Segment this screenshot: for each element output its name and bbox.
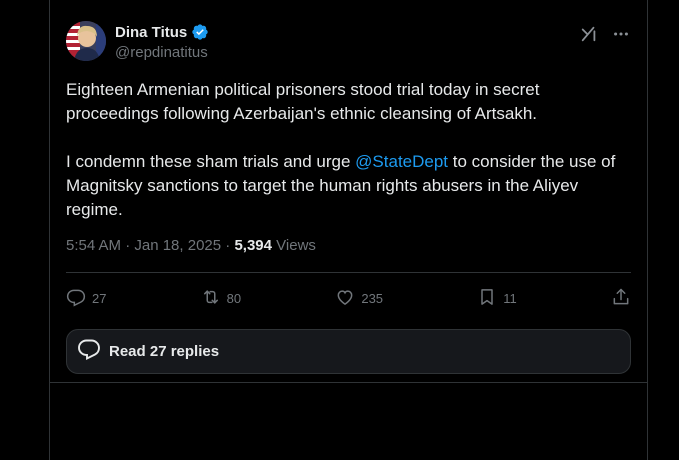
share-icon xyxy=(611,287,631,310)
grok-icon[interactable] xyxy=(579,24,599,44)
post-paragraph: I condemn these sham trials and urge @St… xyxy=(66,150,632,222)
repost-count: 80 xyxy=(226,290,242,306)
mention-link[interactable]: @StateDept xyxy=(355,152,448,171)
more-icon[interactable] xyxy=(611,24,631,44)
timestamp[interactable]: 5:54 AM · Jan 18, 2025 xyxy=(66,237,221,254)
bookmark-button[interactable]: 11 xyxy=(477,287,517,310)
read-replies-button[interactable]: Read 27 replies xyxy=(66,329,631,374)
read-replies-label: Read 27 replies xyxy=(109,343,220,360)
like-icon xyxy=(335,287,355,310)
reply-button[interactable]: 27 xyxy=(66,287,106,310)
action-bar: 27 80 235 11 xyxy=(66,285,631,311)
repost-button[interactable]: 80 xyxy=(201,287,241,310)
reply-count: 27 xyxy=(92,290,107,306)
post-card: Dina Titus @repdinatitus Eighteen Armeni… xyxy=(49,0,648,460)
reply-icon xyxy=(66,287,86,310)
like-button[interactable]: 235 xyxy=(335,287,383,310)
post-meta: 5:54 AM · Jan 18, 2025 · 5,394 Views xyxy=(66,237,316,254)
views-label: Views xyxy=(272,237,316,254)
divider xyxy=(66,272,631,273)
divider xyxy=(50,382,647,383)
author-handle[interactable]: @repdinatitus xyxy=(115,44,208,61)
post-text-segment: I condemn these sham trials and urge xyxy=(66,152,356,171)
share-button[interactable] xyxy=(611,287,631,310)
post-paragraph: Eighteen Armenian political prisoners st… xyxy=(66,80,540,123)
replies-bubble-icon xyxy=(77,337,101,366)
post-text: Eighteen Armenian political prisoners st… xyxy=(66,78,632,222)
verified-badge-icon[interactable] xyxy=(191,23,209,41)
like-count: 235 xyxy=(361,290,384,306)
author-name[interactable]: Dina Titus xyxy=(115,24,187,41)
avatar[interactable] xyxy=(66,21,106,61)
meta-separator: · xyxy=(221,237,235,254)
views-count: 5,394 xyxy=(234,237,272,254)
bookmark-icon xyxy=(477,287,497,310)
repost-icon xyxy=(201,287,221,310)
bookmark-count: 11 xyxy=(503,290,517,306)
